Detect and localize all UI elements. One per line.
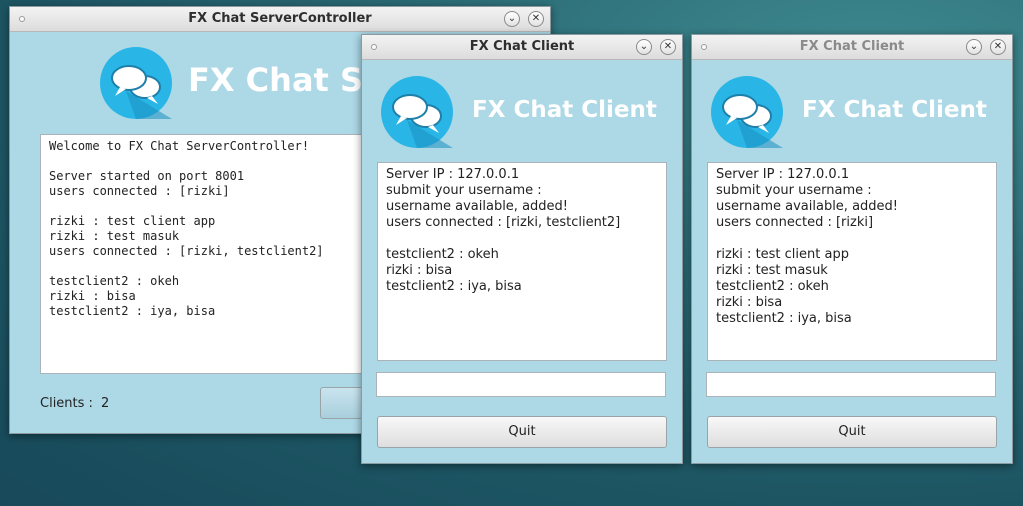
chat-bubbles-icon [100, 47, 172, 119]
chat-bubbles-icon [711, 76, 783, 148]
minimize-button[interactable]: ⌄ [966, 39, 982, 55]
client2-headline: FX Chat Client [802, 97, 987, 123]
client1-quit-button[interactable]: Quit [377, 416, 667, 448]
log-line: submit your username : [386, 183, 542, 198]
log-line: testclient2 : okeh [716, 279, 829, 294]
log-line: testclient2 : okeh [386, 247, 499, 262]
server-titlebar[interactable]: FX Chat ServerController ⌄ ✕ [10, 7, 550, 32]
client2-quit-button[interactable]: Quit [707, 416, 997, 448]
server-window-title: FX Chat ServerController [188, 11, 372, 26]
client2-message-input[interactable] [706, 372, 996, 397]
log-line: rizki : bisa [386, 263, 453, 278]
minimize-button[interactable]: ⌄ [504, 11, 520, 27]
log-line: testclient2 : iya, bisa [716, 311, 852, 326]
client2-log-area[interactable]: Server IP : 127.0.0.1 submit your usernam… [707, 162, 997, 361]
clients-count: 2 [101, 396, 110, 411]
clients-label: Clients : [40, 396, 93, 411]
client1-window-title: FX Chat Client [469, 39, 575, 54]
client1-titlebar[interactable]: FX Chat Client ⌄ ✕ [362, 35, 682, 60]
client2-window-title: FX Chat Client [799, 39, 905, 54]
close-button[interactable]: ✕ [660, 39, 676, 55]
client2-titlebar[interactable]: FX Chat Client ⌄ ✕ [692, 35, 1012, 60]
chat-bubbles-icon [381, 76, 453, 148]
log-line: rizki : bisa [716, 295, 783, 310]
client1-headline: FX Chat Client [472, 97, 657, 123]
log-line: username available, added! [716, 199, 898, 214]
log-line: users connected : [rizki, testclient2] [386, 215, 621, 230]
log-line: Server IP : 127.0.0.1 [386, 167, 520, 182]
client1-message-input[interactable] [376, 372, 666, 397]
log-line: users connected : [rizki] [716, 215, 874, 230]
close-button[interactable]: ✕ [990, 39, 1006, 55]
close-button[interactable]: ✕ [528, 11, 544, 27]
client-window-2: FX Chat Client ⌄ ✕ FX Chat Client Server… [691, 34, 1013, 464]
log-line: username available, added! [386, 199, 568, 214]
client-window-1: FX Chat Client ⌄ ✕ FX Chat Client Server… [361, 34, 683, 464]
minimize-button[interactable]: ⌄ [636, 39, 652, 55]
log-line: rizki : test client app [716, 247, 849, 262]
client1-log-area[interactable]: Server IP : 127.0.0.1 submit your usernam… [377, 162, 667, 361]
log-line: testclient2 : iya, bisa [386, 279, 522, 294]
log-line: rizki : test masuk [716, 263, 828, 278]
log-line: submit your username : [716, 183, 872, 198]
log-line: Server IP : 127.0.0.1 [716, 167, 850, 182]
